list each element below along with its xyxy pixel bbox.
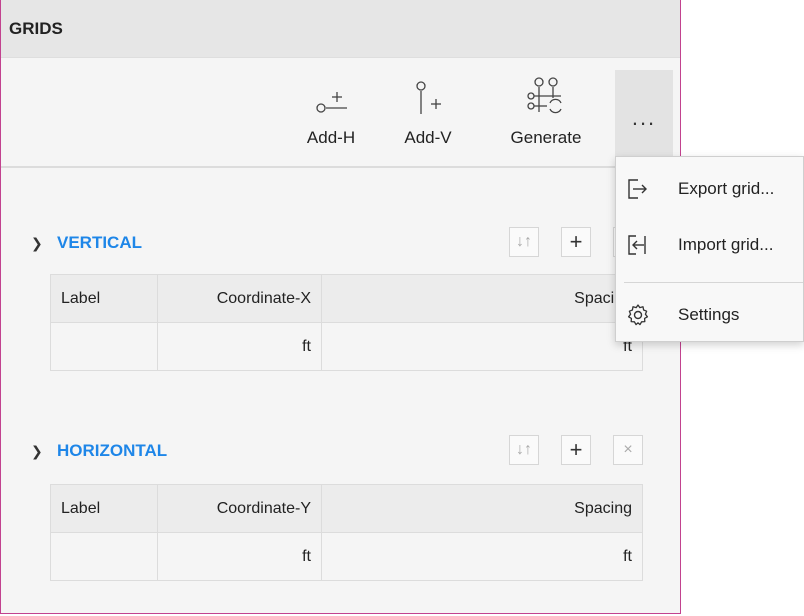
unit-cell-spacing: ft: [321, 532, 643, 581]
toolbar: Add-H Add-V Generate ...: [1, 58, 680, 168]
gear-icon: [626, 303, 660, 327]
unit-cell-coordinate: ft: [157, 322, 322, 371]
horizontal-section-header[interactable]: ❯ HORIZONTAL: [31, 436, 167, 466]
horizontal-add-button[interactable]: +: [561, 435, 591, 465]
panel-title: GRIDS: [1, 0, 680, 58]
menu-item-export-grid[interactable]: Export grid...: [616, 167, 804, 211]
vertical-grid-table: Label Coordinate-X Spacing ft ft: [50, 274, 643, 371]
horizontal-sort-button[interactable]: ↓↑: [509, 435, 539, 465]
column-header-label[interactable]: Label: [50, 274, 158, 323]
add-h-button[interactable]: Add-H: [291, 70, 371, 160]
vertical-sort-button[interactable]: ↓↑: [509, 227, 539, 257]
more-options-button[interactable]: ...: [615, 70, 673, 166]
export-icon: [626, 177, 660, 201]
grids-panel: GRIDS Add-H Add-V Generate ... ❯ VERTICA…: [0, 0, 681, 614]
menu-item-settings[interactable]: Settings: [616, 293, 804, 337]
generate-grid-icon: [525, 70, 567, 118]
unit-cell-coordinate: ft: [157, 532, 322, 581]
horizontal-grid-table: Label Coordinate-Y Spacing ft ft: [50, 484, 643, 581]
unit-cell-label: [50, 532, 158, 581]
column-header-spacing[interactable]: Spacing: [321, 274, 643, 323]
menu-item-label: Export grid...: [678, 179, 775, 198]
add-h-label: Add-H: [306, 128, 356, 147]
table-header-row: Label Coordinate-Y Spacing: [50, 484, 643, 533]
unit-cell-label: [50, 322, 158, 371]
column-header-label[interactable]: Label: [50, 484, 158, 533]
column-header-coordinate-y[interactable]: Coordinate-Y: [157, 484, 322, 533]
column-header-coordinate-x[interactable]: Coordinate-X: [157, 274, 322, 323]
vertical-section-header[interactable]: ❯ VERTICAL: [31, 228, 142, 258]
table-row: ft ft: [50, 322, 643, 371]
add-vertical-grid-icon: [411, 70, 445, 118]
vertical-section-title: VERTICAL: [57, 233, 142, 252]
chevron-down-icon: ❯: [31, 234, 43, 251]
more-options-menu: Export grid... Import grid... Settings: [615, 156, 804, 342]
menu-item-import-grid[interactable]: Import grid...: [616, 223, 804, 267]
add-horizontal-grid-icon: [311, 70, 351, 118]
unit-cell-spacing: ft: [321, 322, 643, 371]
horizontal-section-title: HORIZONTAL: [57, 441, 168, 460]
generate-label: Generate: [510, 128, 582, 147]
menu-item-label: Settings: [678, 305, 740, 324]
add-v-label: Add-V: [404, 128, 452, 147]
table-row: ft ft: [50, 532, 643, 581]
table-header-row: Label Coordinate-X Spacing: [50, 274, 643, 323]
menu-divider: [624, 282, 803, 283]
horizontal-remove-button[interactable]: ×: [613, 435, 643, 465]
add-v-button[interactable]: Add-V: [393, 70, 463, 160]
generate-button[interactable]: Generate: [501, 70, 591, 160]
chevron-down-icon: ❯: [31, 442, 43, 459]
column-header-spacing[interactable]: Spacing: [321, 484, 643, 533]
import-icon: [626, 233, 660, 257]
vertical-add-button[interactable]: +: [561, 227, 591, 257]
menu-item-label: Import grid...: [678, 235, 774, 254]
